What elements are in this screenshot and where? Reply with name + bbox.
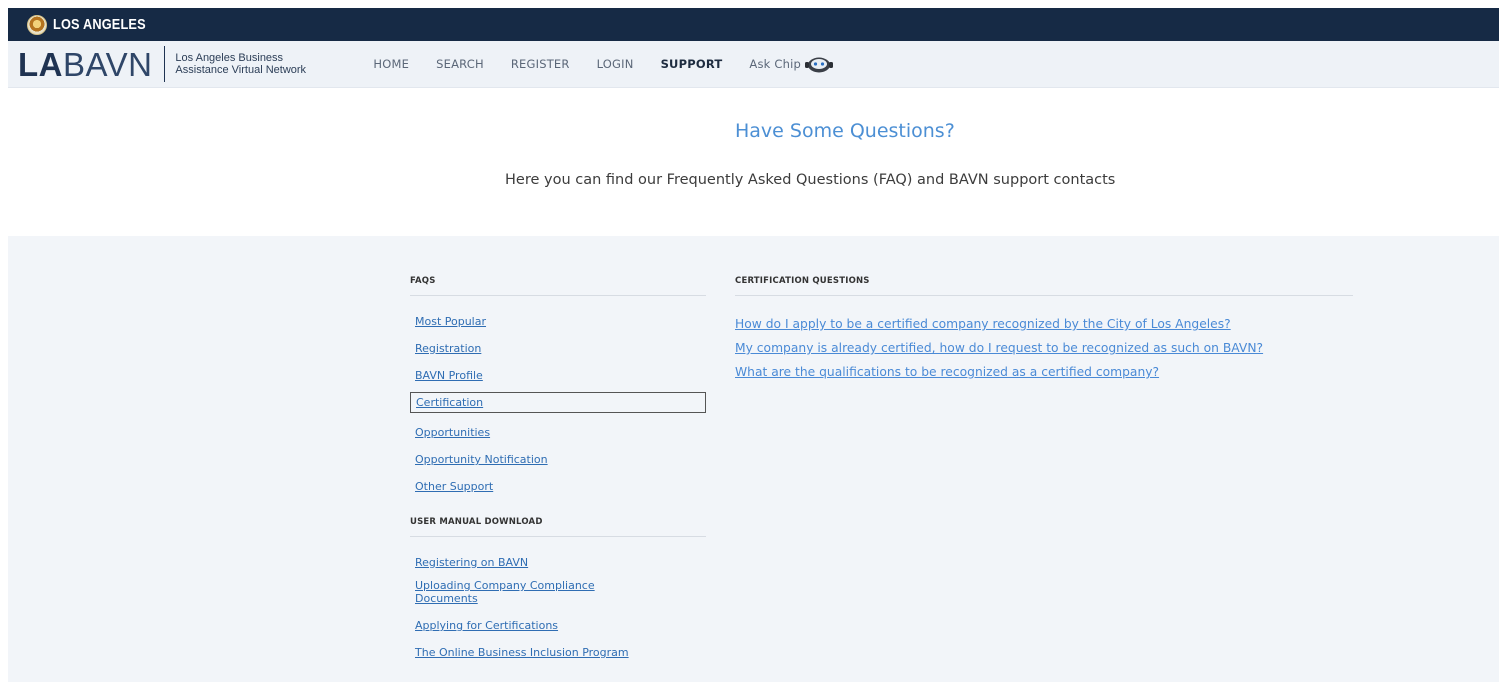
faq-category-bavn-profile[interactable]: BAVN Profile bbox=[410, 368, 488, 383]
chip-robot-icon bbox=[805, 57, 833, 73]
user-manual-heading: USER MANUAL DOWNLOAD bbox=[410, 517, 706, 537]
manual-registering-on-bavn[interactable]: Registering on BAVN bbox=[410, 555, 650, 570]
logo-divider bbox=[164, 46, 166, 82]
question-list: How do I apply to be a certified company… bbox=[735, 296, 1353, 380]
nav-login[interactable]: LOGIN bbox=[597, 57, 634, 71]
question-link-qualifications[interactable]: What are the qualifications to be recogn… bbox=[735, 365, 1335, 380]
manual-uploading-compliance-docs[interactable]: Uploading Company Compliance Documents bbox=[410, 578, 650, 606]
nav-register[interactable]: REGISTER bbox=[511, 57, 570, 71]
faq-category-opportunity-notification[interactable]: Opportunity Notification bbox=[410, 452, 553, 467]
page: LOS ANGELES LA BAVN Los Angeles Business … bbox=[8, 8, 1499, 682]
question-link-apply[interactable]: How do I apply to be a certified company… bbox=[735, 317, 1335, 332]
logo-tagline: Los Angeles Business Assistance Virtual … bbox=[175, 52, 345, 76]
tagline-line-1: Los Angeles Business bbox=[175, 52, 284, 64]
logo-la: LA bbox=[18, 45, 63, 83]
ask-chip-label: Ask Chip bbox=[749, 57, 801, 71]
page-subtitle: Here you can find our Frequently Asked Q… bbox=[505, 172, 1116, 188]
nav-home[interactable]: HOME bbox=[373, 57, 409, 71]
faq-category-registration[interactable]: Registration bbox=[410, 341, 486, 356]
nav-search[interactable]: SEARCH bbox=[436, 57, 484, 71]
certification-questions-heading: CERTIFICATION QUESTIONS bbox=[735, 276, 1353, 296]
user-manual-list: Registering on BAVN Uploading Company Co… bbox=[410, 537, 706, 660]
tagline-line-2: Assistance Virtual Network bbox=[175, 64, 307, 76]
user-manual-section: USER MANUAL DOWNLOAD Registering on BAVN… bbox=[410, 517, 706, 660]
manual-applying-for-certifications[interactable]: Applying for Certifications bbox=[410, 618, 650, 633]
logo-bavn: BAVN bbox=[63, 45, 153, 83]
city-bar: LOS ANGELES bbox=[8, 8, 1499, 41]
city-seal-icon[interactable] bbox=[27, 14, 47, 35]
labavn-logo[interactable]: LA BAVN bbox=[18, 48, 152, 81]
faq-sidebar: FAQS Most Popular Registration BAVN Prof… bbox=[410, 276, 706, 668]
faqs-heading: FAQS bbox=[410, 276, 706, 296]
faq-category-other-support[interactable]: Other Support bbox=[410, 479, 498, 494]
faq-category-certification[interactable]: Certification bbox=[410, 392, 706, 413]
manual-online-business-inclusion[interactable]: The Online Business Inclusion Program bbox=[410, 645, 650, 660]
nav-support[interactable]: SUPPORT bbox=[661, 57, 723, 71]
faq-category-most-popular[interactable]: Most Popular bbox=[410, 314, 491, 329]
faq-category-opportunities[interactable]: Opportunities bbox=[410, 425, 495, 440]
city-name[interactable]: LOS ANGELES bbox=[53, 16, 146, 33]
main-nav: HOME SEARCH REGISTER LOGIN SUPPORT Ask C… bbox=[373, 54, 834, 74]
site-header: LA BAVN Los Angeles Business Assistance V… bbox=[8, 41, 1499, 88]
question-link-already-certified[interactable]: My company is already certified, how do … bbox=[735, 341, 1335, 356]
ask-chip-button[interactable]: Ask Chip bbox=[749, 54, 834, 74]
page-title: Have Some Questions? bbox=[735, 120, 955, 142]
faq-category-list: Most Popular Registration BAVN Profile C… bbox=[410, 296, 706, 494]
faq-content: FAQS Most Popular Registration BAVN Prof… bbox=[8, 236, 1499, 682]
certification-questions: CERTIFICATION QUESTIONS How do I apply t… bbox=[735, 276, 1353, 389]
